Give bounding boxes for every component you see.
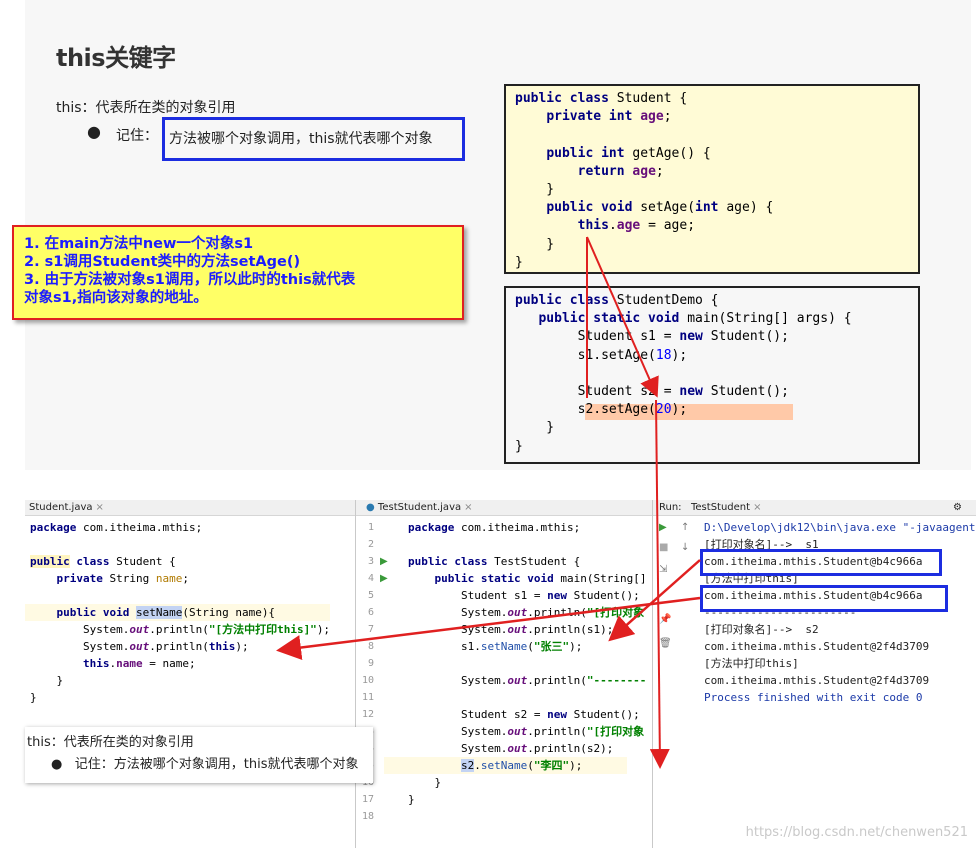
arrow bbox=[586, 236, 659, 398]
annotation-arrows bbox=[276, 236, 701, 769]
arrow bbox=[649, 399, 670, 769]
arrow bbox=[276, 596, 701, 660]
watermark: https://blog.csdn.net/chenwen521 bbox=[745, 825, 968, 840]
